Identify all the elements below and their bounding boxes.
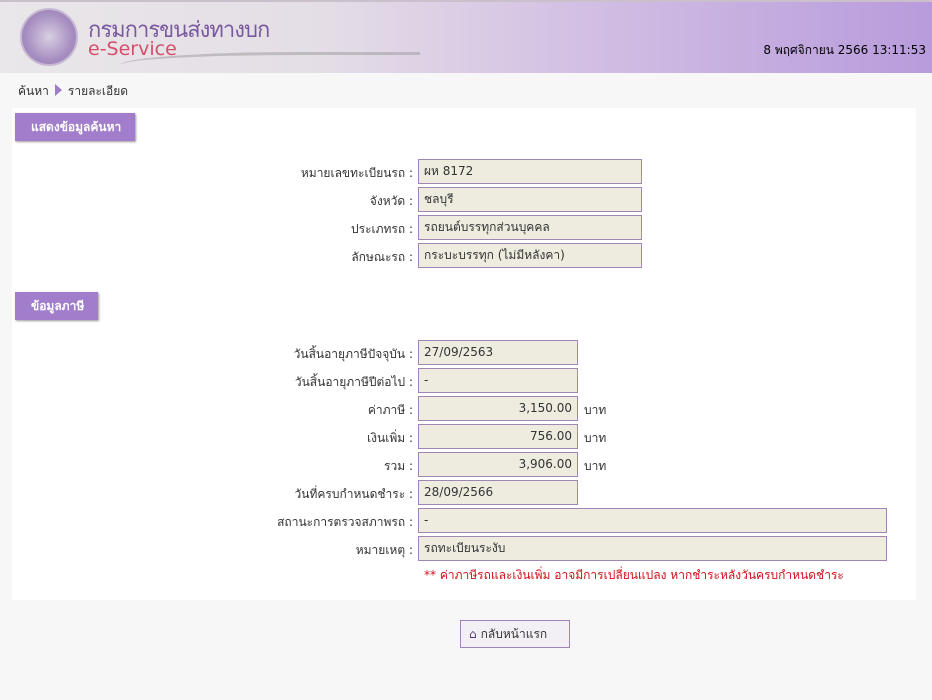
field-label: เงินเพิ่ม : — [367, 431, 413, 445]
field-value: ผห 8172 — [418, 159, 642, 184]
breadcrumb: ค้นหา รายละเอียด — [18, 82, 128, 101]
unit-label: บาท — [584, 459, 607, 473]
department-seal-logo — [20, 8, 78, 66]
field-total: รวม : 3,906.00 บาท — [12, 452, 916, 477]
field-surcharge: เงินเพิ่ม : 756.00 บาท — [12, 424, 916, 449]
tax-change-warning: ** ค่าภาษีรถและเงินเพิ่ม อาจมีการเปลี่ยน… — [424, 568, 844, 582]
field-label: จังหวัด : — [369, 194, 413, 208]
field-value: - — [418, 368, 578, 393]
breadcrumb-search-link[interactable]: ค้นหา — [18, 84, 49, 98]
field-label: หมายเหตุ : — [355, 543, 413, 557]
header-banner: กรมการขนส่งทางบก e-Service 8 พฤศจิกายน 2… — [0, 0, 932, 73]
arrow-right-icon — [54, 84, 62, 96]
field-value: 27/09/2563 — [418, 340, 578, 365]
field-label: สถานะการตรวจสภาพรถ : — [277, 515, 413, 529]
field-value: รถทะเบียนระงับ — [418, 536, 887, 561]
field-province: จังหวัด : ชลบุรี — [12, 187, 916, 212]
field-label: รวม : — [384, 459, 413, 473]
field-label: วันสิ้นอายุภาษีปัจจุบัน : — [293, 347, 413, 361]
field-inspection-status: สถานะการตรวจสภาพรถ :- — [12, 508, 916, 533]
unit-label: บาท — [584, 431, 607, 445]
field-remark: หมายเหตุ : รถทะเบียนระงับ — [12, 536, 916, 561]
field-next-tax-expiry: วันสิ้นอายุภาษีปีต่อไป :- — [12, 368, 916, 393]
field-value: ชลบุรี — [418, 187, 642, 212]
breadcrumb-current: รายละเอียด — [67, 84, 129, 98]
field-label: หมายเลขทะเบียนรถ : — [300, 166, 413, 180]
field-label: วันที่ครบกำหนดชำระ : — [294, 487, 413, 501]
section-header-tax-info: ข้อมูลภาษี — [15, 292, 99, 320]
section-header-search-info: แสดงข้อมูลค้นหา — [15, 113, 136, 141]
field-due-date: วันที่ครบกำหนดชำระ : 28/09/2566 — [12, 480, 916, 505]
field-plate-number: หมายเลขทะเบียนรถ : ผห 8172 — [12, 159, 916, 184]
field-label: ลักษณะรถ : — [351, 250, 413, 264]
field-value: - — [418, 508, 887, 533]
current-datetime: 8 พฤศจิกายน 2566 13:11:53 — [763, 43, 926, 57]
field-tax-amount: ค่าภาษี : 3,150.00 บาท — [12, 396, 916, 421]
field-label: วันสิ้นอายุภาษีปีต่อไป : — [294, 375, 413, 389]
home-icon: ⌂ — [469, 627, 477, 641]
back-to-home-label: กลับหน้าแรก — [480, 627, 548, 641]
field-label: ประเภทรถ : — [351, 222, 413, 236]
unit-label: บาท — [584, 403, 607, 417]
field-value: 3,150.00 — [418, 396, 578, 421]
back-to-home-button[interactable]: ⌂ กลับหน้าแรก — [460, 620, 570, 648]
field-value: 28/09/2566 — [418, 480, 578, 505]
field-value: 756.00 — [418, 424, 578, 449]
field-value: รถยนต์บรรทุกส่วนบุคคล — [418, 215, 642, 240]
field-value: 3,906.00 — [418, 452, 578, 477]
field-vehicle-type: ประเภทรถ : รถยนต์บรรทุกส่วนบุคคล — [12, 215, 916, 240]
field-label: ค่าภาษี : — [367, 403, 413, 417]
field-value: กระบะบรรทุก (ไม่มีหลังคา) — [418, 243, 642, 268]
field-vehicle-style: ลักษณะรถ : กระบะบรรทุก (ไม่มีหลังคา) — [12, 243, 916, 268]
field-current-tax-expiry: วันสิ้นอายุภาษีปัจจุบัน : 27/09/2563 — [12, 340, 916, 365]
content-panel: แสดงข้อมูลค้นหา หมายเลขทะเบียนรถ : ผห 817… — [12, 108, 916, 600]
